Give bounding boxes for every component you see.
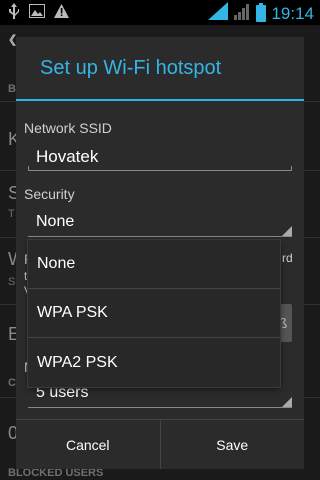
warning-icon [54,4,69,23]
spinner-arrow-icon [282,226,292,236]
dialog-button-bar: Cancel Save [16,419,304,469]
ssid-underline [28,166,292,171]
security-label: Security [24,186,75,202]
save-button[interactable]: Save [159,420,305,469]
bg-section-header: C [8,377,16,389]
wifi-signal-icon [208,2,229,25]
max-users-underline [28,407,292,408]
password-label-fragment-right: rd [282,251,293,265]
clock: 19:14 [271,3,314,23]
ssid-input[interactable]: Hovatek [36,147,98,167]
status-bar: 19:14 [0,0,320,25]
image-icon [29,4,45,23]
security-option-none[interactable]: None [28,240,280,289]
dialog-title: Set up Wi-Fi hotspot [40,57,222,79]
label-fragment: t [24,269,28,283]
security-dropdown: None WPA PSK WPA2 PSK [28,240,280,387]
title-divider [16,99,304,101]
usb-icon [8,3,20,24]
security-underline [28,236,292,237]
bg-row-sub: T [8,208,15,220]
cell-signal-icon [233,2,251,25]
cancel-button[interactable]: Cancel [16,420,160,469]
spinner-arrow-icon [282,397,292,407]
security-option-wpa-psk[interactable]: WPA PSK [28,289,280,338]
battery-icon [256,3,267,22]
bg-section-header: B [8,83,16,95]
bg-row-sub: S [8,276,16,288]
security-option-wpa2-psk[interactable]: WPA2 PSK [28,338,280,387]
ssid-label: Network SSID [24,120,112,136]
security-spinner[interactable]: None [36,213,74,231]
